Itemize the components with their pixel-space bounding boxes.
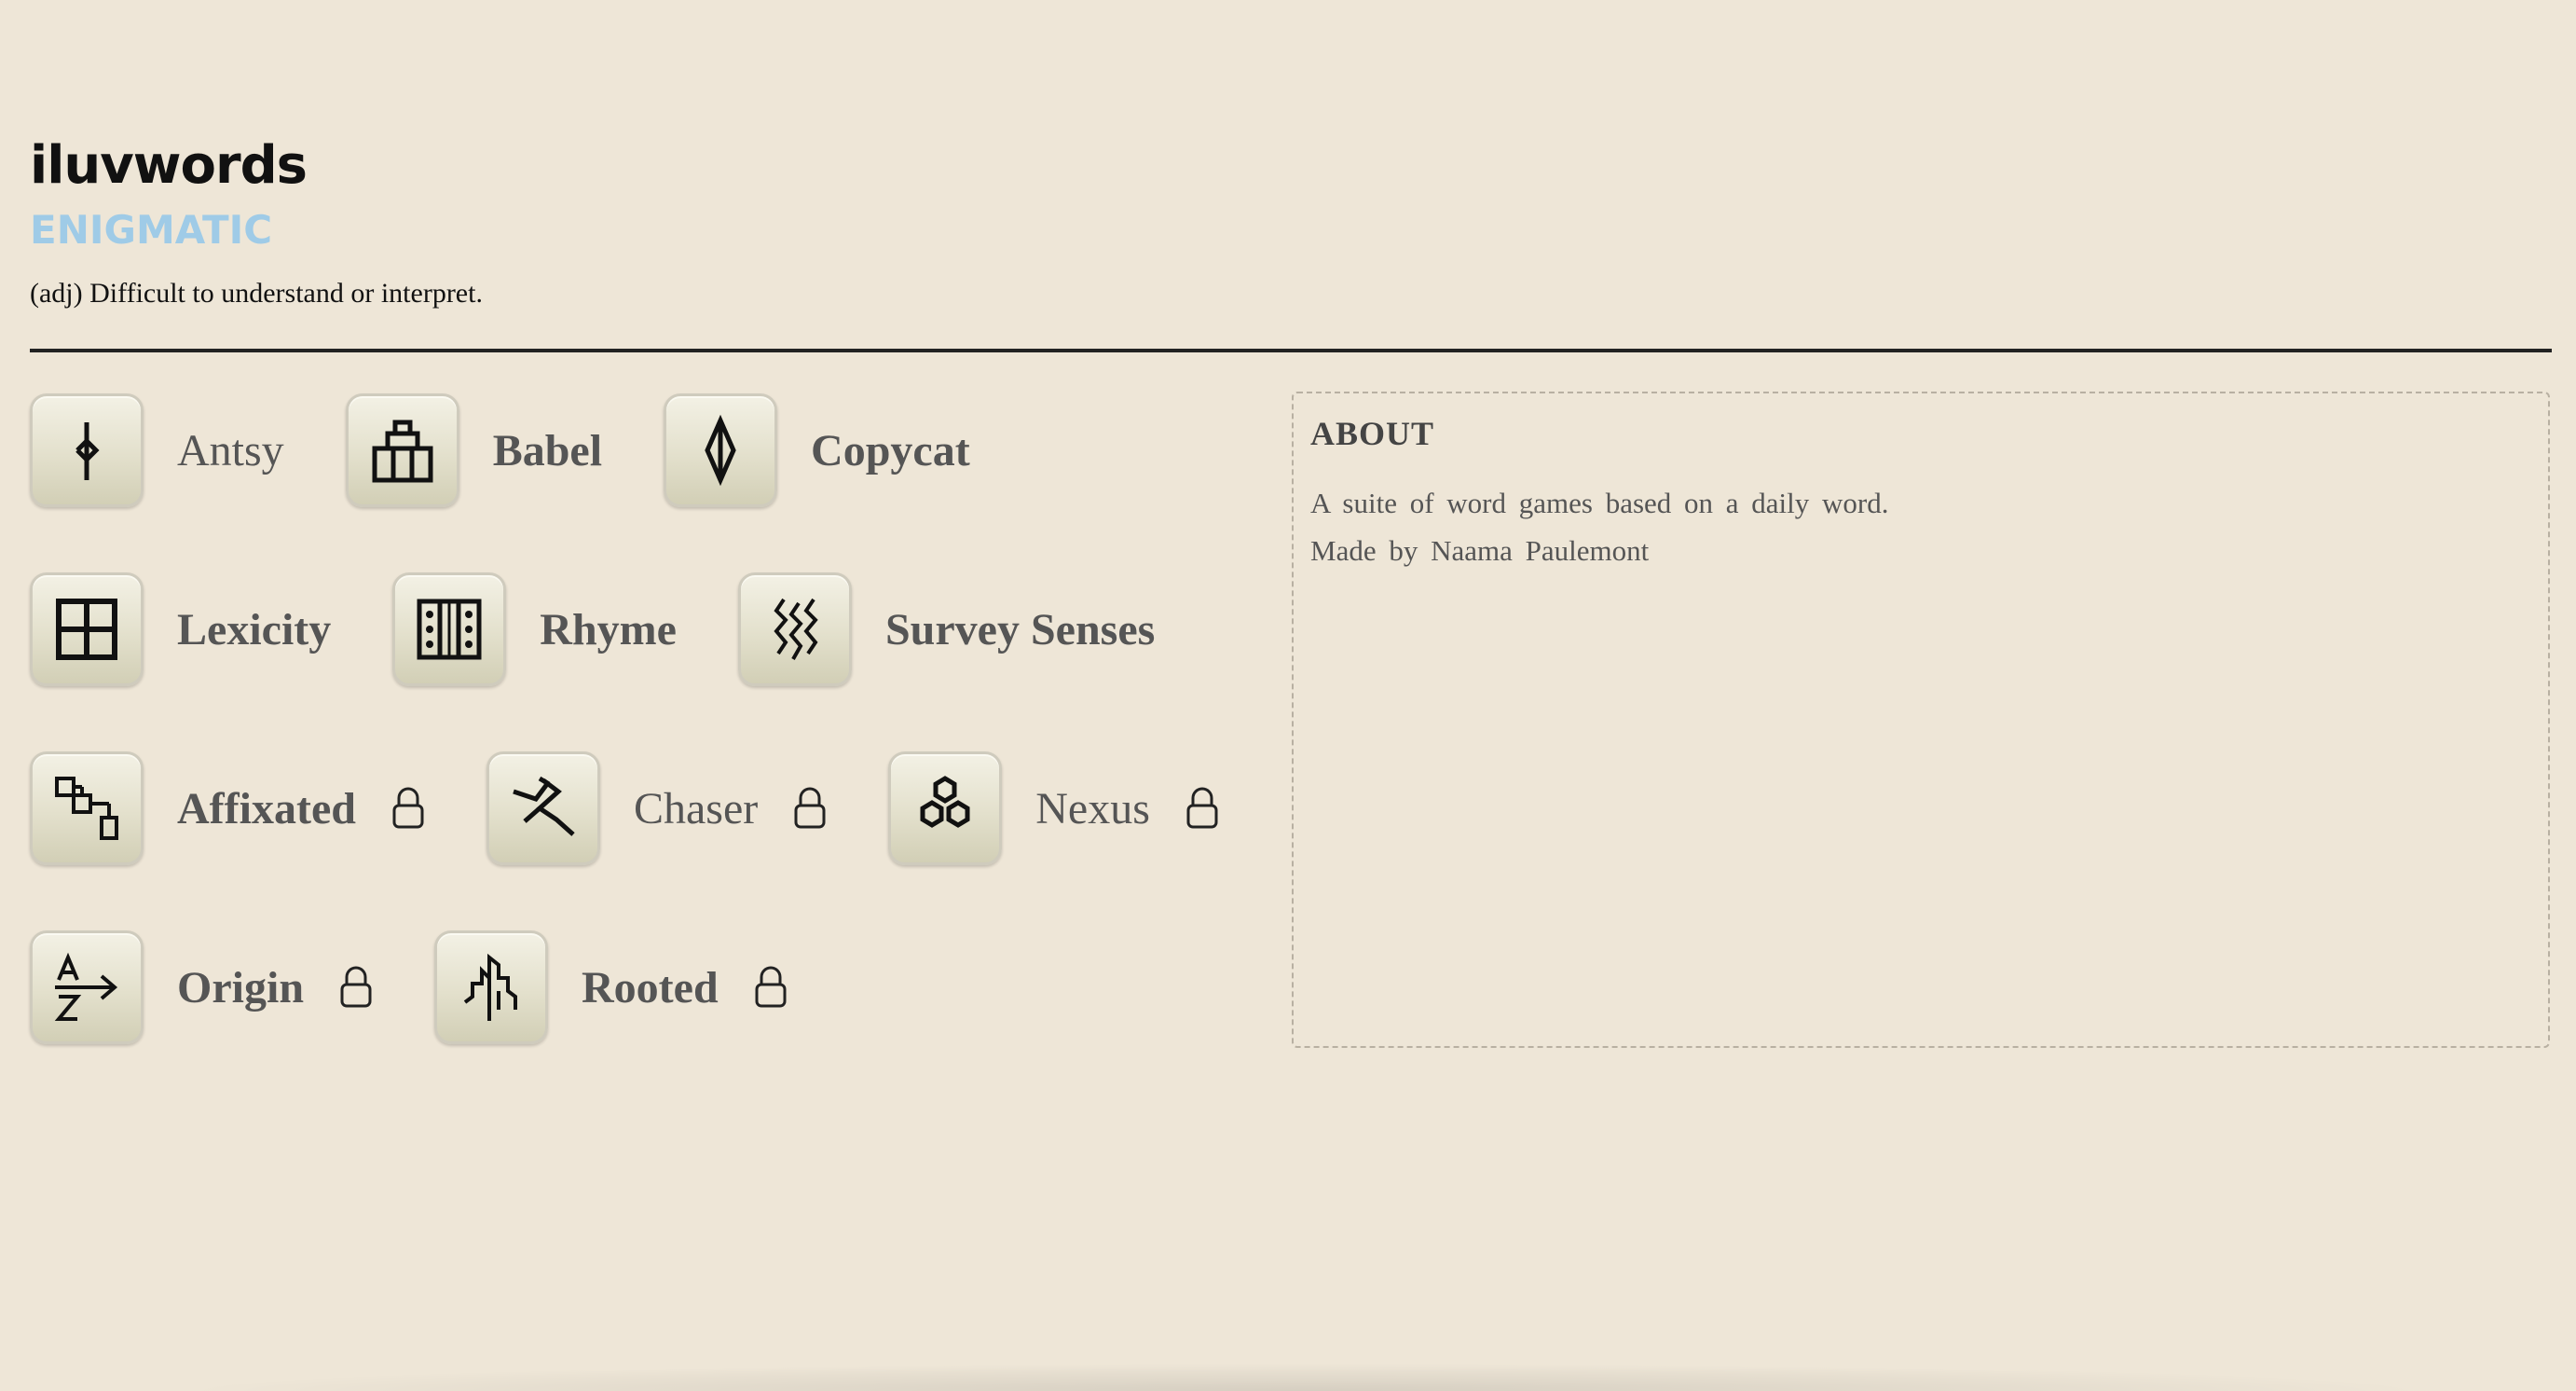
about-author: Made by Naama Paulemont [1310,534,1650,567]
lock-icon [794,787,826,829]
antsy-icon[interactable] [30,393,144,507]
lock-icon [340,966,372,1008]
games-row: Antsy Babel Copycat [30,392,1279,509]
lock-icon [392,787,424,829]
game-name-chaser[interactable]: Chaser [634,783,758,834]
game-affixated[interactable]: Affixated [30,751,425,865]
about-title: ABOUT [1310,415,1435,452]
survey-senses-icon[interactable] [737,572,852,686]
about-panel: ABOUT A suite of word games based on a d… [1292,392,2550,1048]
game-copycat[interactable]: Copycat [664,393,970,507]
about-description: A suite of word games based on a daily w… [1310,487,1889,519]
lock-icon [1186,787,1218,829]
babel-icon[interactable] [345,393,459,507]
rhyme-icon[interactable] [392,572,507,686]
game-name-survey-senses[interactable]: Survey Senses [885,604,1155,655]
game-chaser[interactable]: Chaser [486,751,827,865]
game-name-rhyme[interactable]: Rhyme [540,604,677,655]
chaser-icon[interactable] [486,751,600,865]
game-babel[interactable]: Babel [345,393,602,507]
app-title[interactable]: iluvwords [30,140,2552,192]
bottom-shadow [168,1363,2442,1391]
game-name-rooted[interactable]: Rooted [582,962,719,1013]
header-divider [30,349,2552,352]
game-survey-senses[interactable]: Survey Senses [737,572,1155,686]
affixated-icon[interactable] [30,751,144,865]
game-rooted[interactable]: Rooted [434,930,788,1044]
games-list: Antsy Babel Copycat Lexicity Rhyme Surve… [30,392,1279,1108]
game-lexicity[interactable]: Lexicity [30,572,331,686]
nexus-icon[interactable] [888,751,1003,865]
lock-icon [755,966,787,1008]
game-name-antsy[interactable]: Antsy [177,425,284,476]
word-definition: (adj) Difficult to understand or interpr… [30,278,483,309]
game-origin[interactable]: Origin [30,930,373,1044]
daily-word: ENIGMATIC [30,207,273,253]
origin-icon[interactable] [30,930,144,1044]
games-row: Origin Rooted [30,929,1279,1046]
lexicity-icon[interactable] [30,572,144,686]
game-rhyme[interactable]: Rhyme [392,572,677,686]
game-name-origin[interactable]: Origin [177,962,304,1013]
games-row: Lexicity Rhyme Survey Senses [30,571,1279,688]
game-name-affixated[interactable]: Affixated [177,783,356,834]
game-name-babel[interactable]: Babel [493,425,602,476]
copycat-icon[interactable] [664,393,778,507]
rooted-icon[interactable] [434,930,549,1044]
games-row: Affixated Chaser Nexus [30,750,1279,867]
game-name-lexicity[interactable]: Lexicity [177,604,331,655]
game-name-copycat[interactable]: Copycat [811,425,970,476]
game-nexus[interactable]: Nexus [888,751,1219,865]
game-antsy[interactable]: Antsy [30,393,284,507]
game-name-nexus[interactable]: Nexus [1035,783,1150,834]
header: iluvwords ENIGMATIC (adj) Difficult to u… [30,140,2552,310]
